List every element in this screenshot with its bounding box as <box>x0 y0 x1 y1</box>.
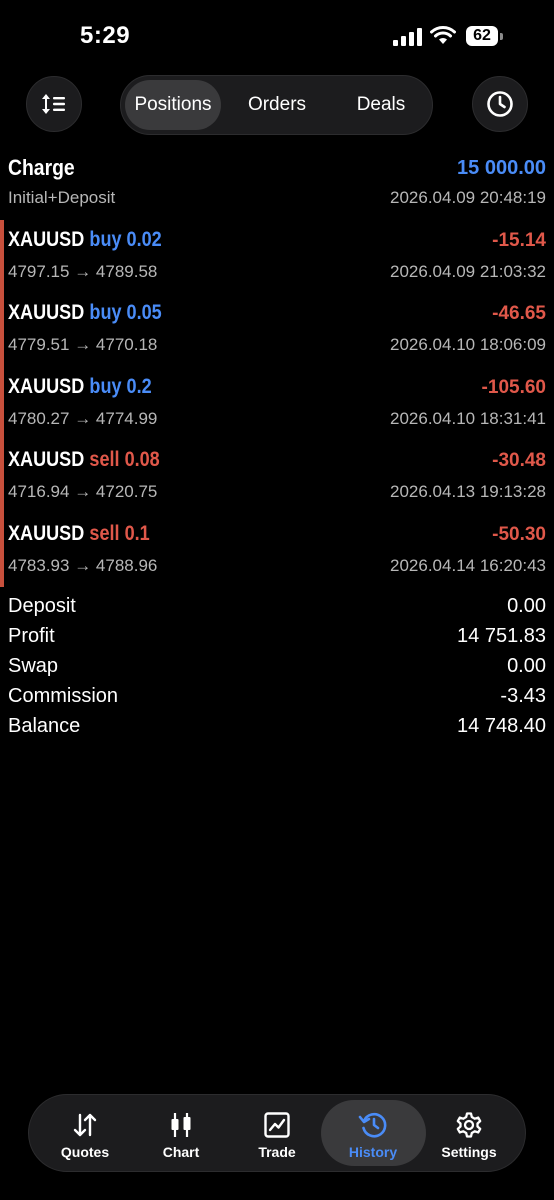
history-clock-icon <box>358 1112 387 1138</box>
trade-profit: -15.14 <box>492 230 546 251</box>
gear-icon <box>456 1112 482 1138</box>
trade-profit: -30.48 <box>492 450 546 472</box>
view-segmented-control: Positions Orders Deals <box>120 75 433 135</box>
trade-symbol: XAUUSD <box>8 228 85 251</box>
trade-close-price: 4789.58 <box>95 262 158 281</box>
trade-open-price: 4716.94 <box>8 482 70 502</box>
trade-profit: -105.60 <box>481 376 546 398</box>
trade-indicator-bar <box>0 513 4 587</box>
trade-open-price: 4783.93 <box>8 555 70 575</box>
trade-list: XAUUSD buy 0.02 -15.14 4797.15 → 4789.58 … <box>0 220 554 587</box>
summary-label: Swap <box>8 655 59 677</box>
tab-label: History <box>348 1144 398 1160</box>
trade-row[interactable]: XAUUSD buy 0.05 -46.65 4779.51 → 4770.18 … <box>0 293 554 367</box>
tab-history[interactable]: History <box>321 1095 426 1171</box>
cellular-signal-icon <box>393 28 422 46</box>
charge-subtitle: Initial+Deposit <box>8 188 116 207</box>
tab-label: Quotes <box>60 1144 110 1160</box>
tab-label: Chart <box>162 1144 200 1160</box>
trade-row[interactable]: XAUUSD buy 0.2 -105.60 4780.27 → 4774.99 … <box>0 366 554 441</box>
trade-datetime: 2026.04.14 16:20:43 <box>390 555 546 575</box>
trade-datetime: 2026.04.13 19:13:28 <box>390 482 546 502</box>
trade-close-price: 4720.75 <box>95 482 158 502</box>
summary-row-deposit: Deposit 0.00 <box>0 592 554 622</box>
summary-value: 14 748.40 <box>457 715 546 737</box>
arrow-icon: → <box>74 335 92 355</box>
trade-datetime: 2026.04.09 21:03:32 <box>390 262 546 281</box>
tab-label: Settings <box>441 1144 497 1160</box>
arrow-icon: → <box>74 555 92 575</box>
tab-chart[interactable]: Chart <box>133 1095 229 1171</box>
summary-row-commission: Commission -3.43 <box>0 682 554 712</box>
summary-label: Commission <box>8 685 119 707</box>
summary-row-balance: Balance 14 748.40 <box>0 712 554 742</box>
trade-row[interactable]: XAUUSD buy 0.02 -15.14 4797.15 → 4789.58 … <box>0 220 554 294</box>
trade-indicator-bar <box>0 220 4 294</box>
arrow-icon: → <box>74 262 92 281</box>
trade-side: buy 0.2 <box>89 374 152 398</box>
tab-trade[interactable]: Trade <box>229 1095 325 1171</box>
trade-close-price: 4774.99 <box>95 408 158 428</box>
trade-side: sell 0.08 <box>89 448 160 472</box>
trade-open-price: 4780.27 <box>8 408 70 428</box>
trade-row[interactable]: XAUUSD sell 0.08 -30.48 4716.94 → 4720.75… <box>0 440 554 514</box>
charge-title: Charge <box>8 155 75 180</box>
status-bar: 5:29 62 <box>0 0 554 70</box>
trade-side: buy 0.05 <box>89 301 162 325</box>
trade-close-price: 4770.18 <box>95 335 158 355</box>
arrow-icon: → <box>74 482 92 502</box>
wifi-icon <box>430 26 456 44</box>
battery-tip <box>500 33 503 40</box>
period-button[interactable] <box>472 76 528 132</box>
trade-symbol: XAUUSD <box>8 521 85 545</box>
summary-label: Deposit <box>8 595 76 617</box>
summary-value: 0.00 <box>507 595 546 617</box>
trade-indicator-bar <box>0 440 4 514</box>
trade-datetime: 2026.04.10 18:31:41 <box>390 408 546 428</box>
summary-label: Balance <box>8 715 81 737</box>
arrow-icon: → <box>74 408 92 428</box>
summary-row-profit: Profit 14 751.83 <box>0 622 554 652</box>
battery-indicator: 62 <box>466 26 498 46</box>
summary-label: Profit <box>8 625 55 647</box>
sort-icon <box>42 94 65 114</box>
candlestick-icon <box>171 1113 191 1137</box>
charge-datetime: 2026.04.09 20:48:19 <box>390 188 546 207</box>
clock-icon <box>487 91 513 117</box>
sort-button[interactable] <box>26 76 82 132</box>
tab-quotes[interactable]: Quotes <box>37 1095 133 1171</box>
bottom-tab-bar: Quotes Chart Trade History Settings <box>28 1094 526 1172</box>
trade-symbol: XAUUSD <box>8 374 85 398</box>
trade-row[interactable]: XAUUSD sell 0.1 -50.30 4783.93 → 4788.96 … <box>0 513 554 587</box>
charge-amount: 15 000.00 <box>457 157 546 179</box>
trade-open-price: 4779.51 <box>8 335 70 355</box>
trade-profit: -50.30 <box>492 523 546 545</box>
trade-side: buy 0.02 <box>89 228 162 251</box>
trade-chart-icon <box>264 1112 290 1138</box>
summary-value: 14 751.83 <box>457 625 546 647</box>
summary-row-swap: Swap 0.00 <box>0 652 554 682</box>
quotes-arrows-icon <box>73 1113 97 1137</box>
segment-deals[interactable]: Deals <box>333 80 429 130</box>
tab-settings[interactable]: Settings <box>421 1095 517 1171</box>
summary-value: -3.43 <box>500 685 546 707</box>
trade-side: sell 0.1 <box>89 521 150 545</box>
trade-symbol: XAUUSD <box>8 448 85 472</box>
trade-datetime: 2026.04.10 18:06:09 <box>390 335 546 355</box>
account-summary: Deposit 0.00 Profit 14 751.83 Swap 0.00 … <box>0 592 554 742</box>
trade-open-price: 4797.15 <box>8 262 70 281</box>
segment-positions[interactable]: Positions <box>125 80 221 130</box>
trade-symbol: XAUUSD <box>8 301 85 325</box>
status-time: 5:29 <box>80 22 131 49</box>
summary-value: 0.00 <box>507 655 546 677</box>
segment-orders[interactable]: Orders <box>227 80 327 130</box>
trade-indicator-bar <box>0 366 4 441</box>
trade-indicator-bar <box>0 293 4 367</box>
tab-label: Trade <box>258 1144 296 1160</box>
trade-profit: -46.65 <box>492 303 546 325</box>
trade-close-price: 4788.96 <box>95 555 158 575</box>
